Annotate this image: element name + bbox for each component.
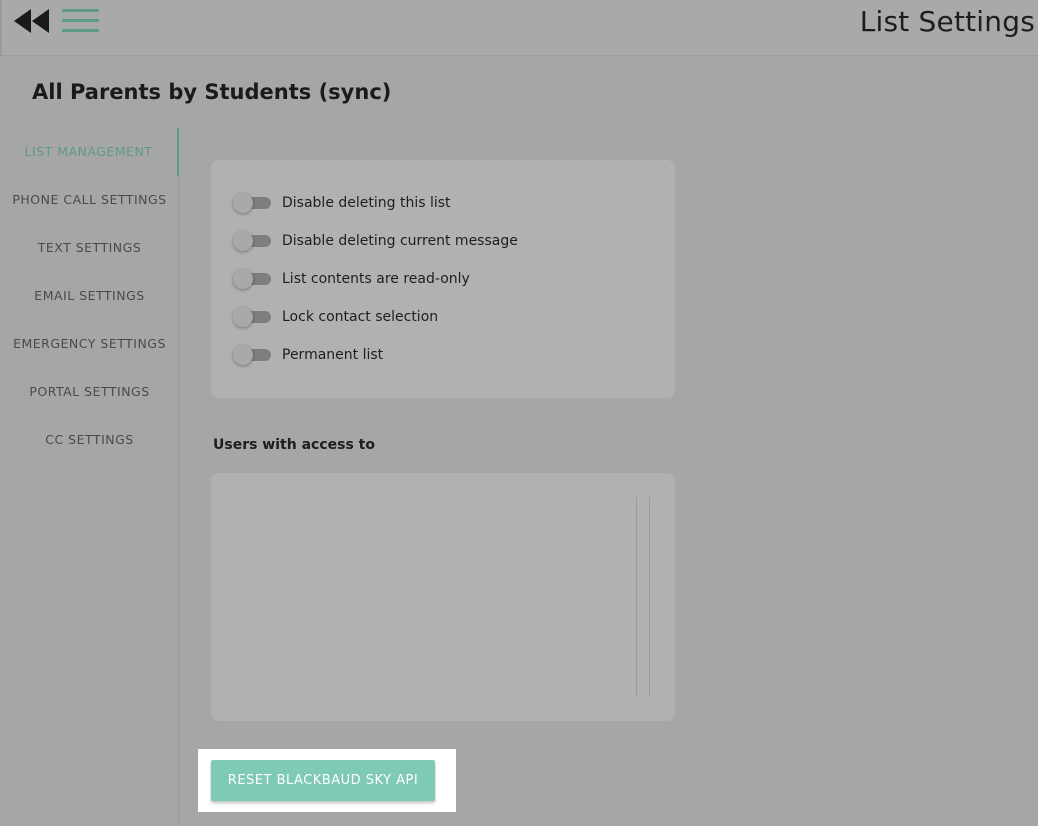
toggle-row-lock-contact-selection[interactable]: Lock contact selection [233, 304, 438, 330]
sidebar-item-emergency-settings[interactable]: EMERGENCY SETTINGS [0, 320, 179, 368]
double-chevron-left-icon[interactable] [14, 8, 50, 34]
sidebar-item-list-management[interactable]: LIST MANAGEMENT [0, 128, 179, 176]
users-access-list[interactable] [211, 473, 675, 721]
toggle-label: Disable deleting this list [282, 195, 451, 211]
list-options-card: Disable deleting this list Disable delet… [211, 160, 675, 398]
settings-sidebar: LIST MANAGEMENT PHONE CALL SETTINGS TEXT… [0, 128, 179, 826]
toggle-label: List contents are read-only [282, 271, 470, 287]
sidebar-item-cc-settings[interactable]: CC SETTINGS [0, 416, 179, 464]
reset-blackbaud-sky-api-button[interactable]: RESET BLACKBAUD SKY API [211, 760, 435, 801]
toggle-label: Lock contact selection [282, 309, 439, 325]
toggle-row-read-only[interactable]: List contents are read-only [233, 266, 470, 292]
toggle-switch[interactable] [233, 193, 271, 213]
sidebar-item-phone-call-settings[interactable]: PHONE CALL SETTINGS [0, 176, 179, 224]
toggle-row-disable-deleting-list[interactable]: Disable deleting this list [233, 190, 451, 216]
toggle-row-permanent-list[interactable]: Permanent list [233, 342, 383, 368]
hamburger-menu-icon[interactable] [62, 8, 100, 34]
toggle-row-disable-deleting-message[interactable]: Disable deleting current message [233, 228, 518, 254]
users-list-scrollbar[interactable] [636, 497, 650, 697]
app-window: List Settings All Parents by Students (s… [0, 0, 1038, 826]
toggle-switch[interactable] [233, 345, 271, 365]
toggle-switch[interactable] [233, 231, 271, 251]
sidebar-item-portal-settings[interactable]: PORTAL SETTINGS [0, 368, 179, 416]
toggle-switch[interactable] [233, 269, 271, 289]
sidebar-item-text-settings[interactable]: TEXT SETTINGS [0, 224, 179, 272]
toggle-switch[interactable] [233, 307, 271, 327]
toggle-label: Disable deleting current message [282, 233, 518, 249]
users-section-label: Users with access to [213, 437, 375, 453]
list-name-heading: All Parents by Students (sync) [32, 80, 392, 104]
page-title: List Settings [859, 5, 1035, 38]
sidebar-item-email-settings[interactable]: EMAIL SETTINGS [0, 272, 179, 320]
toggle-label: Permanent list [282, 347, 384, 363]
top-bar: List Settings [0, 0, 1038, 56]
